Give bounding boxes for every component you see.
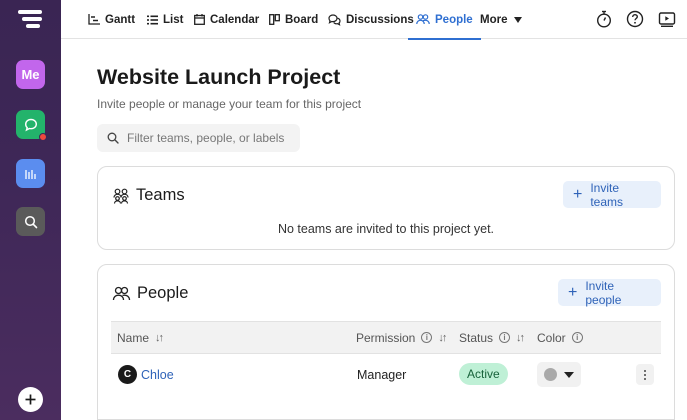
tab-people-label: People [435,13,473,26]
people-title: People [137,284,189,302]
tab-calendar-label: Calendar [210,13,260,26]
invite-teams-label: Invite teams [590,180,624,209]
reports-button[interactable] [16,159,45,188]
tab-more-label: More [480,13,508,26]
notification-dot [39,133,47,141]
tab-discussions-label: Discussions [346,13,414,26]
sidebar: Me [0,0,61,420]
board-icon [269,14,280,25]
info-icon[interactable]: i [499,332,511,343]
teams-icon [113,188,129,204]
search-icon [107,132,119,144]
people-icon [112,286,131,301]
filter-input[interactable] [127,131,292,145]
video-icon [658,12,676,27]
chevron-down-icon [514,16,523,23]
list-icon [147,15,158,24]
tab-gantt-label: Gantt [105,13,136,26]
people-card: People + Invite people Name ↓↑ Permissio… [97,264,675,420]
sort-icon[interactable]: ↓↑ [155,332,164,344]
info-icon[interactable]: i [571,332,583,343]
calendar-icon [194,14,205,25]
me-avatar[interactable]: Me [16,60,45,89]
help-button[interactable] [625,9,645,29]
tab-list[interactable]: List [147,0,183,39]
add-icon [25,394,36,405]
page-title: Website Launch Project [97,65,341,89]
sort-icon[interactable]: ↓↑ [516,332,525,344]
teams-card: Teams + Invite teams No teams are invite… [97,166,675,250]
color-swatch [544,368,557,381]
gantt-icon [88,14,100,25]
plus-icon: + [573,185,583,203]
me-label: Me [21,67,40,82]
logo-icon[interactable] [18,10,42,32]
invite-teams-button[interactable]: + Invite teams [563,180,661,209]
search-icon [24,215,37,228]
people-heading: People [112,284,188,303]
person-name-link[interactable]: Chloe [141,368,174,382]
column-permission[interactable]: Permission i ↓↑ [356,322,447,353]
tab-people[interactable]: People [408,0,481,40]
column-color-label: Color [537,330,566,345]
chat-button[interactable] [16,110,47,141]
column-name[interactable]: Name ↓↑ [117,322,164,353]
tab-list-label: List [163,13,184,26]
column-permission-label: Permission [356,330,416,345]
invite-people-button[interactable]: + Invite people [558,278,661,307]
chevron-down-icon [564,371,574,378]
stopwatch-icon [596,10,612,28]
reports-icon [24,169,36,179]
tab-board-label: Board [285,13,319,26]
avatar: C [118,365,137,384]
video-button[interactable] [657,9,677,29]
discussions-icon [328,13,341,26]
teams-title: Teams [136,186,185,204]
invite-people-label: Invite people [585,278,622,307]
tab-calendar[interactable]: Calendar [194,0,259,39]
people-icon [416,14,430,25]
tab-board[interactable]: Board [269,0,318,39]
help-icon [626,10,644,28]
page-subtitle: Invite people or manage your team for th… [97,97,362,111]
sidebar-search-button[interactable] [16,207,45,236]
tab-discussions[interactable]: Discussions [328,0,414,39]
table-row: C Chloe Manager Active [111,354,661,396]
color-picker[interactable] [537,362,581,387]
chat-icon [24,118,37,131]
filter-search[interactable] [97,124,300,152]
teams-heading: Teams [112,186,185,205]
add-button[interactable] [18,387,43,412]
plus-icon: + [568,283,578,301]
info-icon[interactable]: i [421,332,433,343]
teams-empty-message: No teams are invited to this project yet… [277,222,495,236]
row-menu-button[interactable] [636,364,654,385]
sort-icon[interactable]: ↓↑ [438,332,447,344]
tab-more[interactable]: More [480,0,523,39]
stopwatch-button[interactable] [594,9,614,29]
column-status[interactable]: Status i ↓↑ [459,322,525,353]
column-name-label: Name [117,330,150,345]
permission-value[interactable]: Manager [357,368,406,382]
more-vertical-icon [644,369,646,372]
people-table-header: Name ↓↑ Permission i ↓↑ Status i ↓↑ Colo… [111,321,661,354]
column-status-label: Status [459,330,494,345]
top-nav: Gantt List Calendar Board Discussions Pe… [61,0,687,40]
tab-gantt[interactable]: Gantt [88,0,135,39]
column-color: Color i [537,322,583,353]
status-badge: Active [459,363,508,385]
